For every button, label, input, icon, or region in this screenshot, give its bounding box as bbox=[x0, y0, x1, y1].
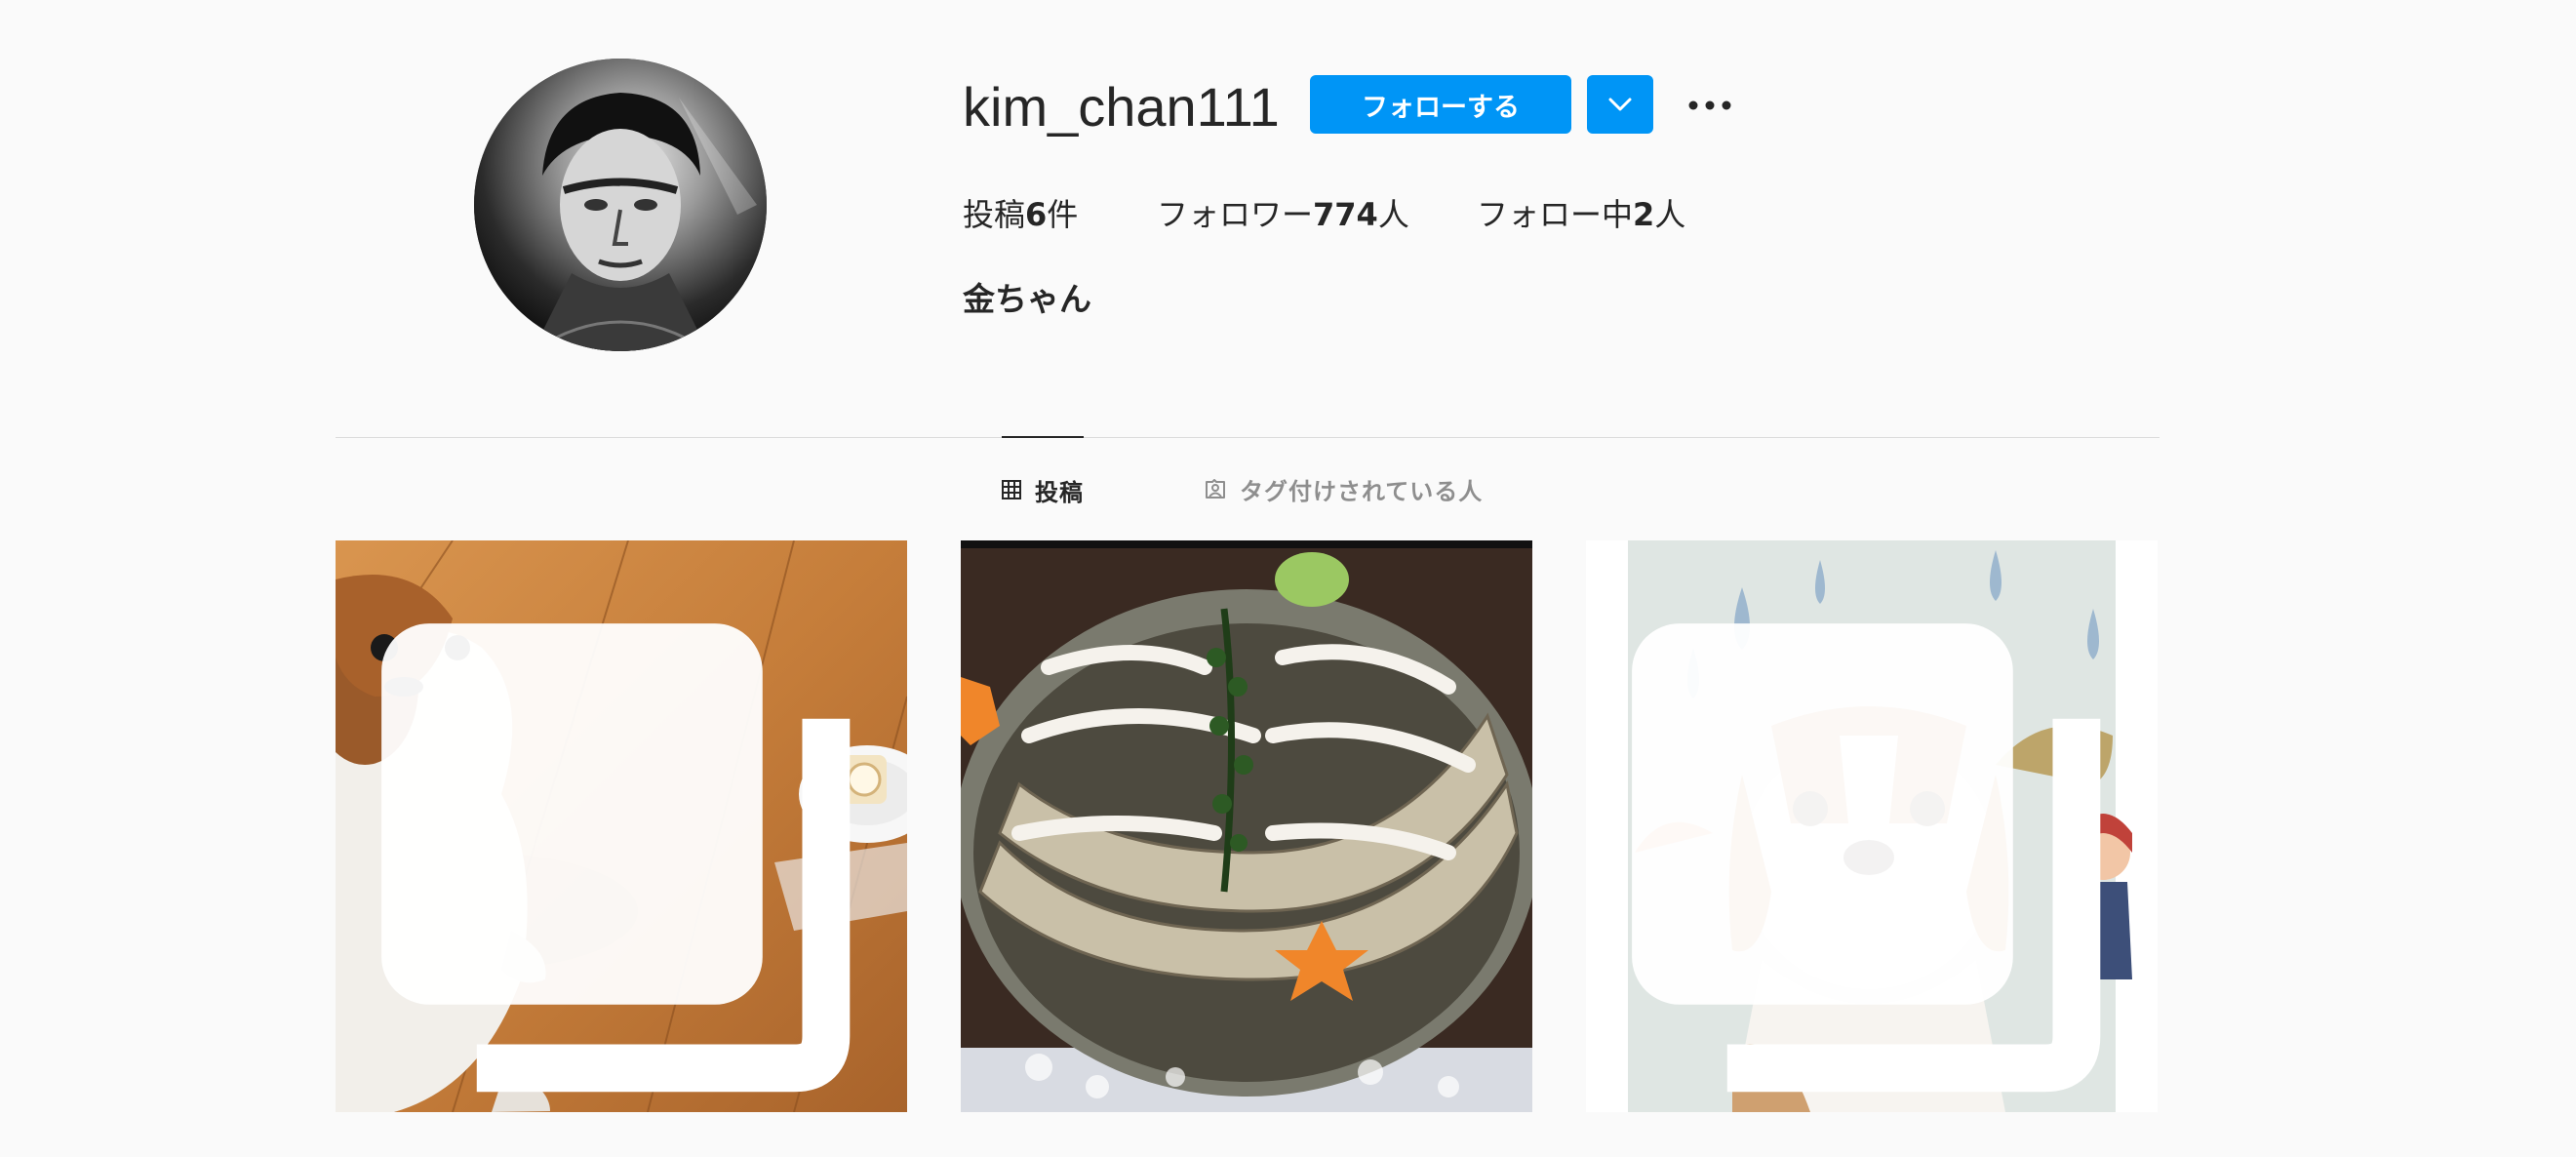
suggested-dropdown-button[interactable] bbox=[1587, 75, 1653, 134]
profile-full-name: 金ちゃん bbox=[963, 280, 1091, 318]
tab-tagged-label: タグ付けされている人 bbox=[1240, 477, 1484, 505]
posts-prefix: 投稿 bbox=[963, 196, 1026, 233]
sashimi-platter-photo bbox=[961, 540, 1532, 1112]
follow-button[interactable]: フォローする bbox=[1310, 75, 1571, 134]
followers-prefix: フォロワー bbox=[1157, 196, 1314, 233]
profile-username: kim_chan111 bbox=[963, 76, 1280, 138]
post-thumbnail[interactable] bbox=[336, 540, 907, 1112]
post-thumbnail[interactable] bbox=[1586, 540, 2158, 1112]
following-suffix: 人 bbox=[1654, 196, 1686, 233]
tab-posts-label: 投稿 bbox=[1035, 478, 1084, 506]
posts-count: 6 bbox=[1025, 196, 1048, 233]
followers-count-stat[interactable]: フォロワー 774 人 bbox=[1157, 191, 1409, 238]
avatar-illustration bbox=[474, 59, 767, 351]
following-count: 2 bbox=[1633, 196, 1655, 233]
post-thumbnail[interactable] bbox=[961, 540, 1532, 1112]
multiple-photos-icon bbox=[381, 623, 851, 1093]
profile-page: kim_chan111 フォローする 投稿 6 件 フォロワー 774 人 フォロー中 2… bbox=[0, 0, 2576, 1157]
posts-count-stat: 投稿 6 件 bbox=[963, 191, 1078, 238]
following-count-stat[interactable]: フォロー中 2 人 bbox=[1477, 191, 1685, 238]
chevron-down-icon bbox=[1608, 98, 1632, 111]
posts-suffix: 件 bbox=[1047, 196, 1079, 233]
following-prefix: フォロー中 bbox=[1477, 196, 1634, 233]
grid-icon bbox=[1002, 480, 1021, 499]
tab-tagged[interactable]: タグ付けされている人 bbox=[1205, 437, 1483, 540]
tab-posts[interactable]: 投稿 bbox=[1002, 436, 1084, 541]
multiple-photos-icon bbox=[1632, 623, 2101, 1093]
tagged-user-icon bbox=[1206, 479, 1225, 499]
followers-count: 774 bbox=[1313, 196, 1378, 233]
profile-avatar[interactable] bbox=[474, 59, 767, 351]
more-options-button[interactable] bbox=[1680, 78, 1740, 133]
more-dots-icon bbox=[1688, 100, 1731, 110]
followers-suffix: 人 bbox=[1377, 196, 1409, 233]
